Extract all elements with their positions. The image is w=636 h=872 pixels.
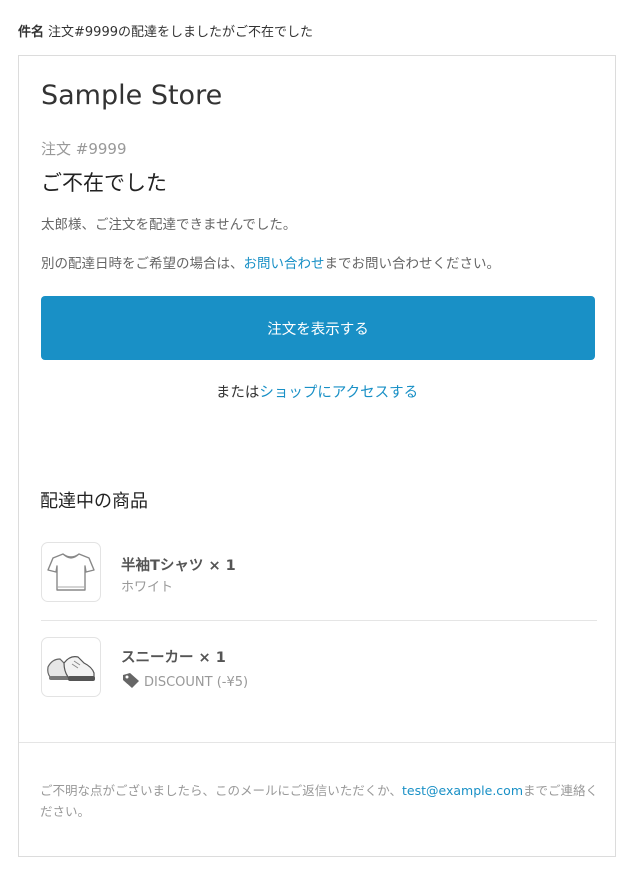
shop-access-prefix: または [215, 385, 260, 401]
discount-text: DISCOUNT (-¥5) [144, 675, 249, 690]
page-title: ご不在でした [41, 171, 167, 195]
item-name: 半袖Tシャツ × 1 [121, 558, 236, 574]
message-line-1: 太郎様、ご注文を配達できませんでした。 [41, 217, 297, 233]
item-variant: ホワイト [121, 580, 174, 595]
footer-text-before: ご不明な点がございましたら、このメールにご返信いただくか、 [40, 783, 403, 798]
contact-email-link[interactable]: test@example.com [402, 783, 523, 798]
shop-access-line: またはショップにアクセスする [19, 381, 615, 402]
message-line-2-before: 別の配達日時をご希望の場合は、 [41, 256, 244, 272]
list-item: スニーカー × 1 DISCOUNT (-¥5) [41, 637, 597, 699]
list-item: 半袖Tシャツ × 1 ホワイト [41, 542, 597, 604]
item-divider [41, 620, 597, 621]
tshirt-icon [41, 542, 101, 602]
footer-divider [19, 742, 615, 743]
subject-label: 件名 [18, 25, 45, 40]
section-title: 配達中の商品 [40, 491, 148, 512]
email-subject: 件名 注文#9999の配達をしましたがご不在でした [18, 21, 313, 40]
store-name: Sample Store [41, 80, 223, 111]
message-line-2-after: までお問い合わせください。 [324, 256, 501, 272]
shop-access-link[interactable]: ショップにアクセスする [259, 385, 418, 401]
subject-text: 注文#9999の配達をしましたがご不在でした [48, 25, 313, 40]
item-name: スニーカー × 1 [121, 650, 226, 666]
email-card: Sample Store 注文 #9999 ご不在でした 太郎様、ご注文を配達で… [18, 55, 616, 857]
order-number: 注文 #9999 [41, 140, 127, 158]
item-discount: DISCOUNT (-¥5) [121, 672, 248, 693]
contact-link[interactable]: お問い合わせ [244, 256, 325, 272]
footer-text: ご不明な点がございましたら、このメールにご返信いただくか、test@exampl… [40, 780, 600, 822]
view-order-button[interactable]: 注文を表示する [41, 296, 595, 360]
sneakers-icon [41, 637, 101, 697]
message-line-2: 別の配達日時をご希望の場合は、お問い合わせまでお問い合わせください。 [41, 252, 500, 272]
tag-icon [121, 672, 141, 693]
